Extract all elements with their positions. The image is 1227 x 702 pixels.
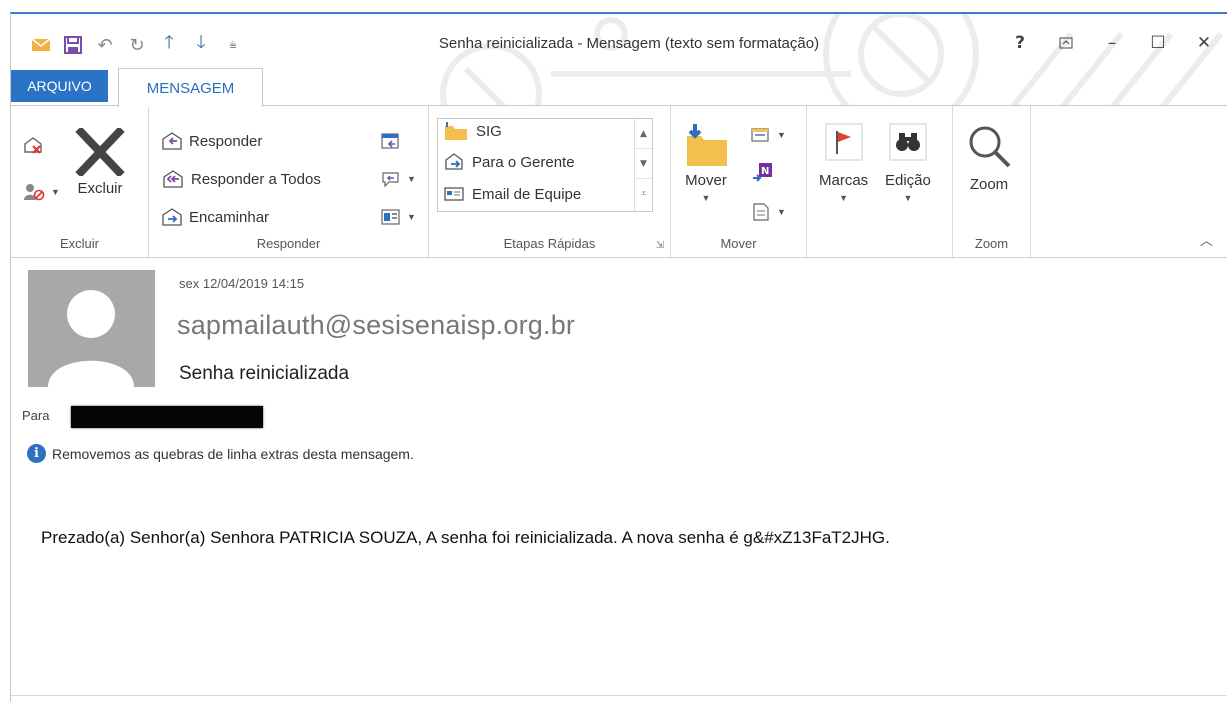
collapse-ribbon-icon[interactable]: ︿ bbox=[1200, 230, 1213, 249]
quick-step-email-de-equipe[interactable]: Email de Equipe bbox=[444, 185, 581, 203]
group-responder: Responder Responder a Todos Encaminhar ▼… bbox=[149, 106, 429, 259]
avatar bbox=[28, 270, 155, 387]
meeting-reply-icon[interactable] bbox=[381, 132, 401, 150]
dialog-launcher-icon[interactable]: ⇲ bbox=[656, 240, 664, 251]
actions-icon[interactable]: ▼ bbox=[751, 202, 786, 222]
group-label-mover: Mover bbox=[720, 236, 757, 251]
quick-step-sig[interactable]: SIG bbox=[444, 121, 502, 141]
binoculars-icon bbox=[889, 123, 927, 161]
group-tags-editing: Marcas ▼ Edição ▼ bbox=[807, 106, 953, 259]
info-bar[interactable]: i Removemos as quebras de linha extras d… bbox=[27, 444, 414, 463]
group-label-etapas-rapidas: Etapas Rápidas bbox=[503, 236, 596, 251]
tab-mensagem[interactable]: MENSAGEM bbox=[118, 68, 263, 107]
title-bar: ↶ ↻ 🡑 🡓 ⩧ Senha reinicializada - Mensage… bbox=[11, 14, 1227, 66]
help-icon[interactable]: ? bbox=[997, 28, 1043, 58]
flag-icon bbox=[825, 123, 863, 161]
group-zoom: Zoom Zoom bbox=[953, 106, 1031, 259]
person-icon bbox=[48, 290, 134, 387]
reply-all-icon bbox=[163, 170, 183, 188]
delete-label: Excluir bbox=[77, 180, 123, 197]
quick-steps-scrollbar[interactable]: ▲ ▼ ⩡ bbox=[634, 119, 652, 211]
maximize-icon[interactable]: ☐ bbox=[1135, 28, 1181, 58]
tags-button[interactable]: Marcas ▼ bbox=[819, 122, 868, 203]
move-button[interactable]: Mover ▼ bbox=[683, 122, 729, 203]
scroll-down-icon[interactable]: ▼ bbox=[635, 149, 652, 179]
window-controls: ? – ☐ ✕ bbox=[997, 28, 1227, 58]
redacted-recipient bbox=[71, 406, 263, 428]
info-notice: Removemos as quebras de linha extras des… bbox=[52, 445, 414, 462]
editing-button[interactable]: Edição ▼ bbox=[885, 122, 931, 203]
svg-text:N: N bbox=[761, 166, 769, 177]
ribbon-tabs: ARQUIVO MENSAGEM bbox=[11, 66, 1227, 107]
delete-button[interactable]: Excluir bbox=[75, 128, 125, 197]
group-label-responder: Responder bbox=[256, 236, 321, 251]
onenote-icon[interactable]: N bbox=[751, 162, 773, 182]
message-date: sex 12/04/2019 14:15 bbox=[179, 276, 305, 291]
group-label-excluir: Excluir bbox=[59, 236, 99, 251]
message-body: Prezado(a) Senhor(a) Senhora PATRICIA SO… bbox=[41, 528, 890, 547]
more-reply-icon[interactable]: ▼ bbox=[381, 208, 416, 226]
info-icon: i bbox=[27, 444, 46, 463]
tab-arquivo[interactable]: ARQUIVO bbox=[11, 70, 108, 102]
ribbon: ▼ Excluir Excluir Responder Responder a … bbox=[11, 105, 1227, 259]
reply-all-button[interactable]: Responder a Todos bbox=[161, 170, 321, 188]
gallery-more-icon[interactable]: ⩡ bbox=[635, 179, 652, 209]
bottom-divider bbox=[11, 695, 1227, 696]
folder-icon bbox=[445, 122, 467, 140]
group-excluir: ▼ Excluir Excluir bbox=[11, 106, 149, 259]
forward-icon bbox=[162, 208, 182, 226]
scroll-up-icon[interactable]: ▲ bbox=[635, 119, 652, 149]
junk-icon[interactable]: ▼ bbox=[23, 182, 60, 202]
reply-icon bbox=[162, 132, 182, 150]
quick-steps-gallery: SIG Para o Gerente Email de Equipe ▲ ▼ ⩡ bbox=[437, 118, 653, 212]
forward-button[interactable]: Encaminhar bbox=[161, 208, 269, 226]
magnifier-icon bbox=[969, 126, 1011, 168]
message-window: ↶ ↻ 🡑 🡓 ⩧ Senha reinicializada - Mensage… bbox=[10, 12, 1227, 702]
rules-icon[interactable]: ▼ bbox=[749, 126, 786, 144]
im-reply-icon[interactable]: ▼ bbox=[381, 170, 416, 188]
zoom-button[interactable]: Zoom bbox=[965, 122, 1013, 193]
delete-x-icon bbox=[75, 128, 125, 176]
ignore-conversation-icon[interactable] bbox=[23, 136, 45, 156]
group-mover: Mover ▼ ▼ N ▼ Mover bbox=[671, 106, 807, 259]
reply-button[interactable]: Responder bbox=[161, 132, 262, 150]
message-subject: Senha reinicializada bbox=[179, 363, 350, 384]
to-label: Para bbox=[22, 408, 50, 423]
close-icon[interactable]: ✕ bbox=[1181, 28, 1227, 58]
team-email-icon bbox=[444, 187, 464, 201]
move-folder-icon bbox=[687, 124, 727, 166]
ribbon-display-icon[interactable] bbox=[1043, 28, 1089, 58]
quick-step-para-o-gerente[interactable]: Para o Gerente bbox=[444, 153, 575, 171]
sender-address[interactable]: sapmailauth@sesisenaisp.org.br bbox=[177, 310, 575, 341]
minimize-icon[interactable]: – bbox=[1089, 28, 1135, 58]
group-etapas-rapidas: SIG Para o Gerente Email de Equipe ▲ ▼ ⩡… bbox=[429, 106, 671, 259]
group-label-zoom: Zoom bbox=[974, 236, 1009, 251]
forward-mail-icon bbox=[445, 153, 463, 170]
